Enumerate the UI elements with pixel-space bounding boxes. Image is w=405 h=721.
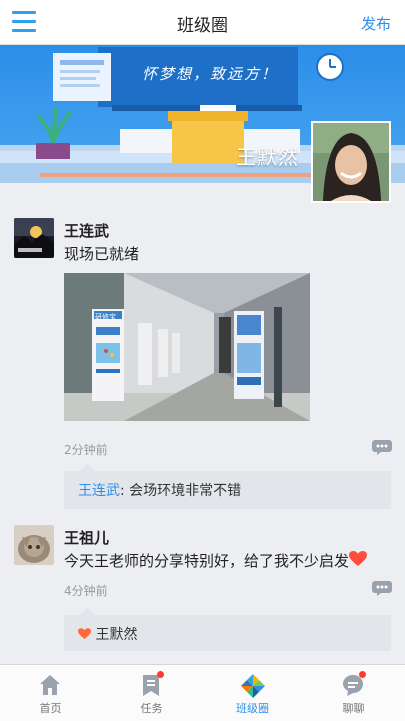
owner-name: 王默然 [236, 145, 299, 169]
comment-box: 王连武: 会场环境非常不错 [64, 464, 391, 509]
tab-label: 首页 [39, 702, 62, 715]
publish-button[interactable]: 发布 [361, 13, 391, 34]
tab-home[interactable]: 首页 [0, 665, 101, 721]
pinwheel-icon [241, 674, 265, 698]
heart-icon [349, 551, 368, 566]
tab-chat[interactable]: 聊聊 [303, 665, 404, 721]
tab-label: 任务 [140, 702, 163, 715]
tab-class-circle[interactable]: 班级圈 [202, 665, 303, 721]
poster-text: 研修宝 [95, 313, 116, 321]
comment-icon[interactable] [372, 440, 392, 455]
post-time: 4分钟前 [64, 584, 108, 598]
like-list: 王默然 [78, 624, 137, 644]
comment-icon[interactable] [372, 581, 392, 596]
post-author[interactable]: 王祖儿 [64, 527, 109, 548]
comment-text: 会场环境非常不错 [129, 483, 242, 499]
top-bar: 班级圈 发布 [0, 0, 405, 45]
comment-separator: : [120, 483, 130, 499]
post-author[interactable]: 王连武 [64, 220, 109, 241]
banner-slogan: 怀梦想，致远方！ [142, 65, 279, 83]
like-user[interactable]: 王默然 [95, 627, 137, 643]
tab-label: 聊聊 [342, 702, 365, 715]
heart-icon [78, 628, 91, 640]
page-title: 班级圈 [177, 16, 228, 36]
post-content: 现场已就绪 [64, 245, 140, 263]
post-content: 今天王老师的分享特别好，给了我不少启发 [64, 550, 368, 571]
like-box: 王默然 [64, 608, 391, 651]
comment-author[interactable]: 王连武 [78, 483, 120, 499]
author-avatar[interactable] [14, 218, 54, 258]
author-avatar[interactable] [14, 525, 54, 565]
tab-tasks[interactable]: 任务 [101, 665, 202, 721]
post-content-text: 今天王老师的分享特别好，给了我不少启发 [64, 552, 350, 570]
comment-item[interactable]: 王连武: 会场环境非常不错 [78, 480, 241, 500]
notification-badge [359, 671, 366, 678]
post-photo[interactable]: 研修宝 [64, 273, 310, 421]
tab-label: 班级圈 [236, 702, 269, 715]
bottom-tab-bar: 首页 任务 班级圈 聊聊 [0, 664, 405, 721]
post-time: 2分钟前 [64, 443, 108, 457]
feed: 王连武 现场已就绪 研修宝 2分钟前 王连武: 会场环境非常不错 王祖儿 今天王… [0, 183, 405, 663]
notification-badge [157, 671, 164, 678]
home-icon [40, 675, 60, 695]
